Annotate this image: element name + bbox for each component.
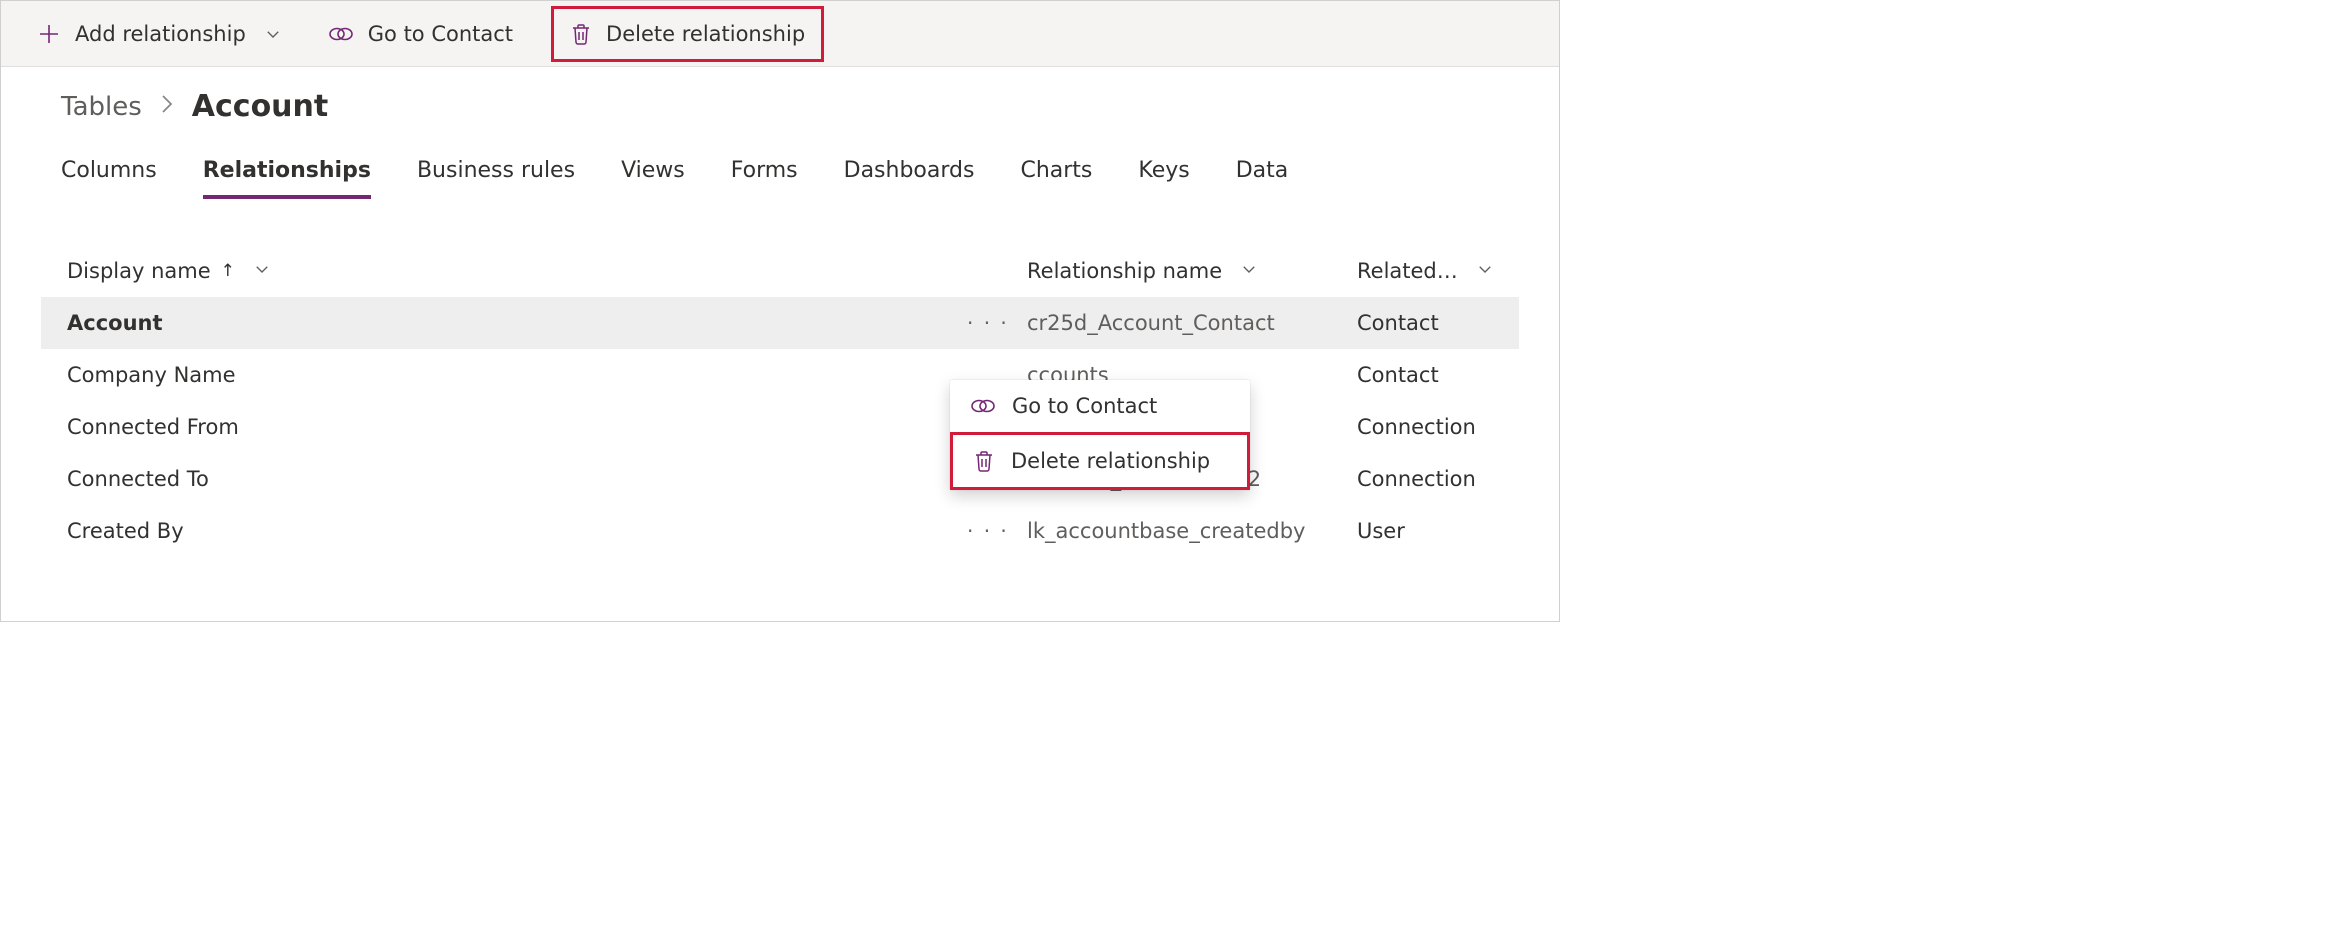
chevron-down-icon (1240, 259, 1258, 283)
tab-business-rules[interactable]: Business rules (417, 158, 575, 199)
column-header-row: Display name ↑ Relationship name Related… (41, 259, 1519, 297)
breadcrumb: Tables Account (1, 67, 1559, 134)
cell-related: Connection (1357, 415, 1493, 439)
plus-icon (37, 22, 61, 46)
add-relationship-button[interactable]: Add relationship (29, 10, 290, 58)
tab-views[interactable]: Views (621, 158, 685, 199)
link-icon (970, 396, 996, 416)
tab-columns[interactable]: Columns (61, 158, 157, 199)
chevron-down-icon (264, 25, 282, 43)
cell-display-name: Company Name (67, 363, 967, 387)
breadcrumb-current: Account (192, 89, 328, 124)
delete-relationship-button[interactable]: Delete relationship (562, 10, 813, 58)
chevron-down-icon (1476, 259, 1494, 283)
row-more-button[interactable]: · · · (967, 519, 1027, 543)
trash-icon (973, 449, 995, 473)
cell-display-name: Connected From (67, 415, 967, 439)
table-row[interactable]: Connected From s1 Connection (41, 401, 1519, 453)
cell-related: Contact (1357, 363, 1493, 387)
menu-delete-label: Delete relationship (1011, 449, 1210, 473)
column-header-related[interactable]: Related… (1357, 259, 1494, 283)
delete-relationship-highlight: Delete relationship (551, 6, 824, 62)
goto-contact-button[interactable]: Go to Contact (320, 10, 521, 58)
cell-relationship-name: lk_accountbase_createdby (1027, 519, 1357, 543)
row-more-button[interactable]: · · · (967, 311, 1027, 335)
toolbar: Add relationship Go to Contact Delete re… (1, 1, 1559, 67)
table-row[interactable]: Created By · · · lk_accountbase_createdb… (41, 505, 1519, 557)
menu-goto-contact[interactable]: Go to Contact (950, 380, 1250, 432)
trash-icon (570, 22, 592, 46)
cell-display-name: Connected To (67, 467, 967, 491)
tab-charts[interactable]: Charts (1020, 158, 1092, 199)
table-row[interactable]: Connected To · · · account_connections2 … (41, 453, 1519, 505)
breadcrumb-root[interactable]: Tables (61, 92, 142, 122)
cell-related: Connection (1357, 467, 1493, 491)
column-header-display-name[interactable]: Display name ↑ (67, 259, 967, 283)
chevron-down-icon (253, 259, 271, 283)
cell-relationship-name: cr25d_Account_Contact (1027, 311, 1357, 335)
table-row[interactable]: Account · · · cr25d_Account_Contact Cont… (41, 297, 1519, 349)
delete-relationship-label: Delete relationship (606, 22, 805, 46)
table-row[interactable]: Company Name ccounts Contact (41, 349, 1519, 401)
add-relationship-label: Add relationship (75, 22, 246, 46)
tab-forms[interactable]: Forms (731, 158, 798, 199)
cell-related: Contact (1357, 311, 1493, 335)
cell-display-name: Created By (67, 519, 967, 543)
menu-goto-label: Go to Contact (1012, 394, 1157, 418)
tabs: Columns Relationships Business rules Vie… (1, 134, 1559, 199)
relationships-table: Display name ↑ Relationship name Related… (1, 199, 1559, 557)
cell-related: User (1357, 519, 1493, 543)
chevron-right-icon (160, 94, 174, 119)
column-header-relationship-name[interactable]: Relationship name (1027, 259, 1357, 283)
tab-relationships[interactable]: Relationships (203, 158, 371, 199)
menu-delete-relationship[interactable]: Delete relationship (950, 432, 1250, 490)
goto-contact-label: Go to Contact (368, 22, 513, 46)
tab-data[interactable]: Data (1236, 158, 1289, 199)
tab-keys[interactable]: Keys (1138, 158, 1189, 199)
row-context-menu: Go to Contact Delete relationship (950, 380, 1250, 490)
cell-display-name: Account (67, 311, 967, 335)
tab-dashboards[interactable]: Dashboards (844, 158, 975, 199)
sort-ascending-icon: ↑ (221, 261, 235, 281)
link-icon (328, 24, 354, 44)
